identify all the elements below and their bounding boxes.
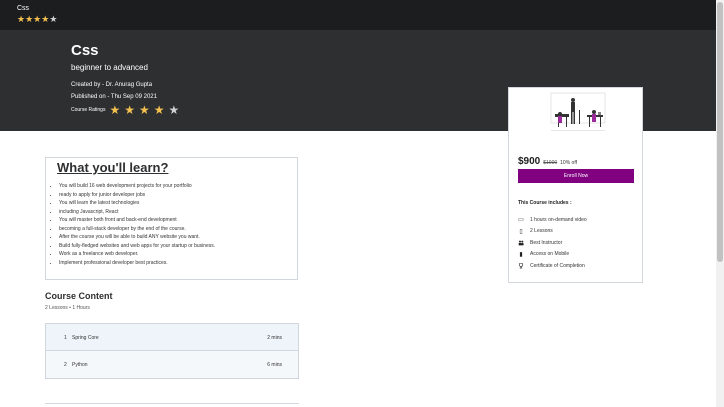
learn-list: You will build 16 web development projec…: [52, 182, 215, 267]
star-icon: ★: [41, 14, 50, 24]
lesson-duration: 6 mins: [267, 362, 282, 368]
enroll-button[interactable]: Enroll Now: [518, 169, 634, 183]
list-item: Implement professional developer best pr…: [59, 259, 215, 268]
created-by: Created by - Dr. Anurag Gupta: [71, 82, 153, 88]
file-icon: ▯: [519, 228, 523, 235]
include-text: Certificate of Completion: [530, 262, 585, 269]
include-item: ▮ Access on Mobile: [518, 249, 638, 261]
star-empty-icon: ★: [168, 103, 180, 117]
current-price: $900: [518, 156, 541, 167]
purchase-card: $900 $1000 10% off Enroll Now This Cours…: [508, 87, 643, 283]
brand-rating: ★ ★ ★ ★ ★: [17, 15, 57, 24]
lesson-list: 1 Spring Core 2 mins 2 Python 6 mins: [45, 323, 299, 379]
star-icon: ★: [17, 14, 26, 24]
divider: [45, 403, 299, 404]
scrollbar-thumb[interactable]: [717, 2, 723, 262]
star-empty-icon: ★: [49, 14, 58, 24]
learn-heading: What you'll learn?: [57, 160, 169, 175]
course-ratings: Course Ratings ★ ★ ★ ★ ★: [71, 104, 179, 116]
lesson-number: 1: [64, 335, 67, 341]
star-icon: ★: [139, 103, 150, 117]
original-price: $1000: [543, 160, 558, 166]
list-item: becoming a full-stack developer by the e…: [59, 225, 215, 234]
top-navbar: Css ★ ★ ★ ★ ★: [0, 0, 716, 30]
include-text: Best Instructor: [530, 239, 563, 246]
list-item: Work as a freelance web developer.: [59, 250, 215, 259]
lesson-row[interactable]: 2 Python 6 mins: [45, 351, 299, 379]
include-item: ▯ 2 Lessons: [518, 226, 638, 238]
course-content-summary: 2 Lessons • 1 Hours: [45, 305, 90, 311]
lesson-number: 2: [64, 362, 67, 368]
lesson-name: Python: [72, 362, 88, 368]
video-icon: ▭: [518, 217, 524, 224]
lesson-row[interactable]: 1 Spring Core 2 mins: [45, 323, 299, 351]
includes-heading: This Course includes :: [518, 200, 572, 206]
star-icon: ★: [124, 103, 135, 117]
scrollbar[interactable]: [716, 0, 724, 407]
discount-label: 10% off: [560, 160, 578, 166]
list-item: You will build 16 web development projec…: [59, 182, 215, 191]
lesson-name: Spring Core: [72, 335, 99, 341]
include-item: Certificate of Completion: [518, 260, 638, 272]
course-illustration: [550, 92, 606, 131]
ratings-label: Course Ratings: [71, 107, 106, 113]
trophy-icon: [518, 262, 524, 269]
star-icon: ★: [109, 103, 121, 117]
course-subtitle: beginner to advanced: [71, 63, 148, 72]
list-item: You will master both front and back-end …: [59, 216, 215, 225]
mobile-icon: ▮: [519, 251, 523, 258]
price-row: $900 $1000 10% off: [518, 156, 577, 167]
includes-list: ▭ 1 hours on-demand video ▯ 2 Lessons Be…: [518, 214, 638, 272]
list-item: After the course you will be able to bui…: [59, 233, 215, 242]
list-item: ready to apply for junior developer jobs: [59, 191, 215, 200]
what-you-learn-box: What you'll learn? You will build 16 web…: [45, 157, 298, 280]
brand-title[interactable]: Css: [17, 5, 29, 12]
include-text: 2 Lessons: [530, 228, 553, 235]
include-text: 1 hours on-demand video: [530, 216, 587, 223]
list-item: You will learn the latest technologies: [59, 199, 215, 208]
published-date: Published on - Thu Sep 09 2021: [71, 94, 157, 100]
list-item: including Javascript, React: [59, 208, 215, 217]
people-icon: [518, 240, 524, 246]
course-content-heading: Course Content: [45, 291, 113, 301]
star-icon: ★: [25, 14, 34, 24]
lesson-duration: 2 mins: [267, 335, 282, 341]
star-icon: ★: [33, 14, 42, 24]
list-item: Build fully-fledged websites and web app…: [59, 242, 215, 251]
include-item: Best Instructor: [518, 237, 638, 249]
star-icon: ★: [153, 103, 165, 117]
course-title: Css: [71, 42, 99, 59]
include-text: Access on Mobile: [530, 251, 570, 258]
include-item: ▭ 1 hours on-demand video: [518, 214, 638, 226]
